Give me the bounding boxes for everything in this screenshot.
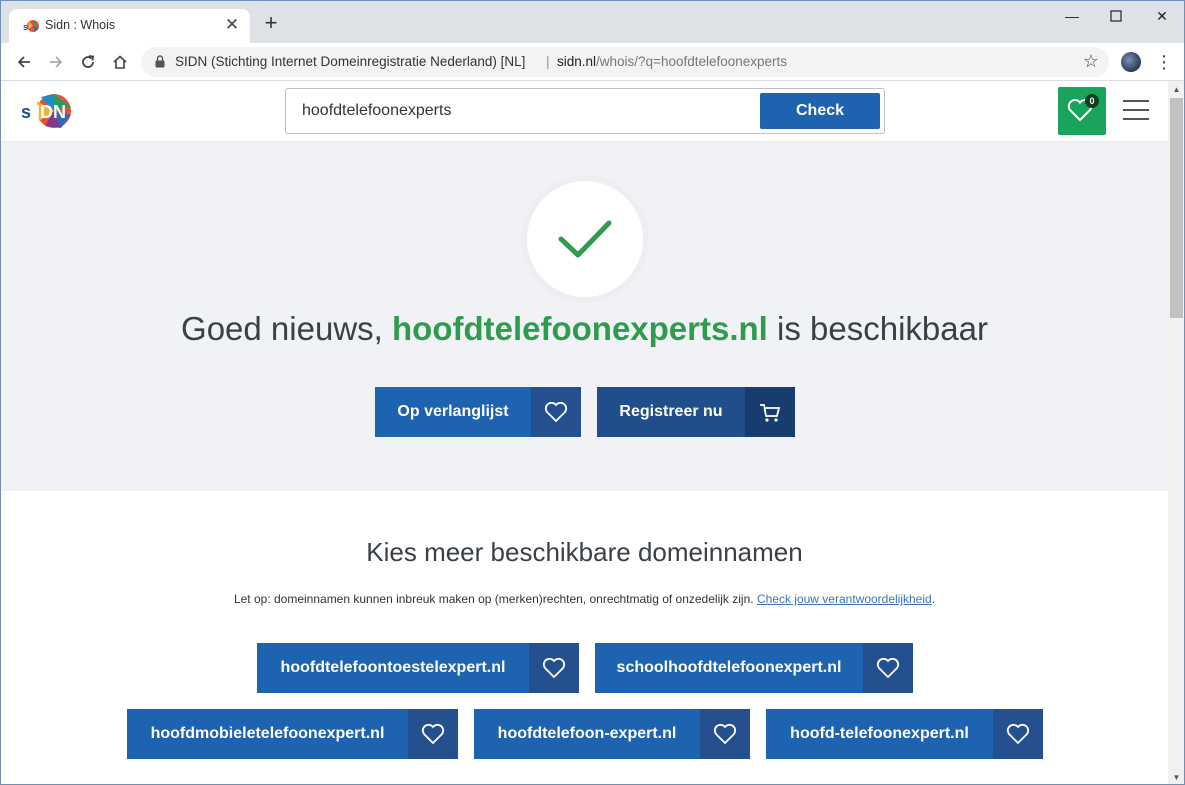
suggestion-button[interactable]: hoofd-telefoonexpert.nl [766, 709, 1043, 759]
availability-message: Goed nieuws, hoofdtelefoonexperts.nl is … [181, 310, 988, 347]
suggestion-label: hoofdtelefoon-expert.nl [474, 709, 700, 759]
maximize-icon[interactable] [1105, 5, 1127, 27]
add-to-wishlist-button[interactable]: Op verlanglijst [375, 387, 581, 437]
new-tab-icon[interactable]: + [261, 12, 281, 34]
responsibility-link[interactable]: Check jouw verantwoordelijkheid [757, 592, 932, 606]
browser-tab[interactable]: s Sidn : Whois ✕ [9, 9, 250, 43]
add-to-wishlist-label: Op verlanglijst [375, 387, 531, 437]
sidn-logo[interactable]: s IDN [21, 91, 73, 131]
suggestion-label: hoofdmobieletelefoonexpert.nl [127, 709, 408, 759]
page-scrollbar[interactable]: ▲ ▼ [1168, 81, 1184, 784]
more-domains-title: Kies meer beschikbare domeinnamen [366, 537, 803, 567]
wishlist-button[interactable]: 0 [1058, 87, 1106, 135]
suggestion-label: hoofdtelefoontoestelexpert.nl [257, 643, 529, 693]
heart-icon [529, 643, 579, 693]
home-icon[interactable] [108, 50, 132, 74]
check-button[interactable]: Check [760, 93, 880, 129]
heart-icon [531, 387, 581, 437]
site-identity: SIDN (Stichting Internet Domeinregistrat… [175, 54, 526, 69]
suggestion-button[interactable]: hoofdtelefoontoestelexpert.nl [257, 643, 579, 693]
heart-icon [863, 643, 913, 693]
suggestion-label: schoolhoofdtelefoonexpert.nl [595, 643, 863, 693]
wishlist-count-badge: 0 [1085, 94, 1099, 108]
bookmark-star-icon[interactable]: ☆ [1083, 51, 1099, 72]
checked-domain: hoofdtelefoonexperts.nl [392, 310, 768, 347]
suggestion-button[interactable]: hoofdtelefoon-expert.nl [474, 709, 750, 759]
reload-icon[interactable] [76, 50, 100, 74]
heart-icon [700, 709, 750, 759]
heart-icon [1067, 99, 1093, 122]
heart-icon [993, 709, 1043, 759]
page-content: s IDN Check 0 Goed nieuws, hoofdtele [1, 81, 1168, 784]
browser-window: s Sidn : Whois ✕ + — ✕ SIDN (Stichting I… [0, 0, 1185, 785]
suggestion-button[interactable]: hoofdmobieletelefoonexpert.nl [127, 709, 458, 759]
profile-avatar[interactable] [1121, 52, 1141, 72]
sidn-favicon-icon: s [23, 20, 39, 32]
scroll-up-icon[interactable]: ▲ [1168, 81, 1184, 98]
register-now-button[interactable]: Registreer nu [597, 387, 795, 437]
url-separator: | [546, 53, 550, 69]
tab-title: Sidn : Whois [45, 18, 116, 32]
domain-search-input[interactable] [302, 89, 742, 133]
lock-icon [155, 55, 165, 68]
register-now-label: Registreer nu [597, 387, 745, 437]
site-header: s IDN Check 0 [1, 81, 1168, 142]
svg-text:s: s [21, 102, 31, 122]
suggestion-button[interactable]: schoolhoofdtelefoonexpert.nl [595, 643, 913, 693]
tab-close-icon[interactable]: ✕ [224, 15, 240, 35]
svg-text:s: s [23, 22, 28, 32]
close-window-icon[interactable]: ✕ [1151, 5, 1173, 27]
cart-icon [745, 387, 795, 437]
minimize-icon[interactable]: — [1061, 5, 1083, 27]
address-bar[interactable]: SIDN (Stichting Internet Domeinregistrat… [141, 47, 1109, 77]
back-icon[interactable] [12, 50, 36, 74]
hamburger-menu-icon[interactable] [1123, 100, 1149, 122]
heart-icon [408, 709, 458, 759]
checkmark-icon [558, 220, 612, 258]
browser-menu-icon[interactable]: ⋮ [1155, 51, 1173, 73]
legal-note: Let op: domeinnamen kunnen inbreuk maken… [233, 592, 936, 606]
scroll-down-icon[interactable]: ▼ [1168, 769, 1184, 784]
suggestion-label: hoofd-telefoonexpert.nl [766, 709, 993, 759]
result-hero: Goed nieuws, hoofdtelefoonexperts.nl is … [1, 142, 1168, 491]
forward-icon[interactable] [44, 50, 68, 74]
domain-search-box: Check [285, 88, 885, 134]
svg-text:IDN: IDN [35, 102, 66, 122]
scroll-thumb[interactable] [1170, 98, 1183, 318]
url-text: sidn.nl/whois/?q=hoofdtelefoonexperts [557, 54, 788, 69]
available-status-circle [527, 181, 643, 297]
browser-toolbar: SIDN (Stichting Internet Domeinregistrat… [1, 43, 1184, 81]
tab-strip: s Sidn : Whois ✕ + — ✕ [1, 1, 1184, 43]
